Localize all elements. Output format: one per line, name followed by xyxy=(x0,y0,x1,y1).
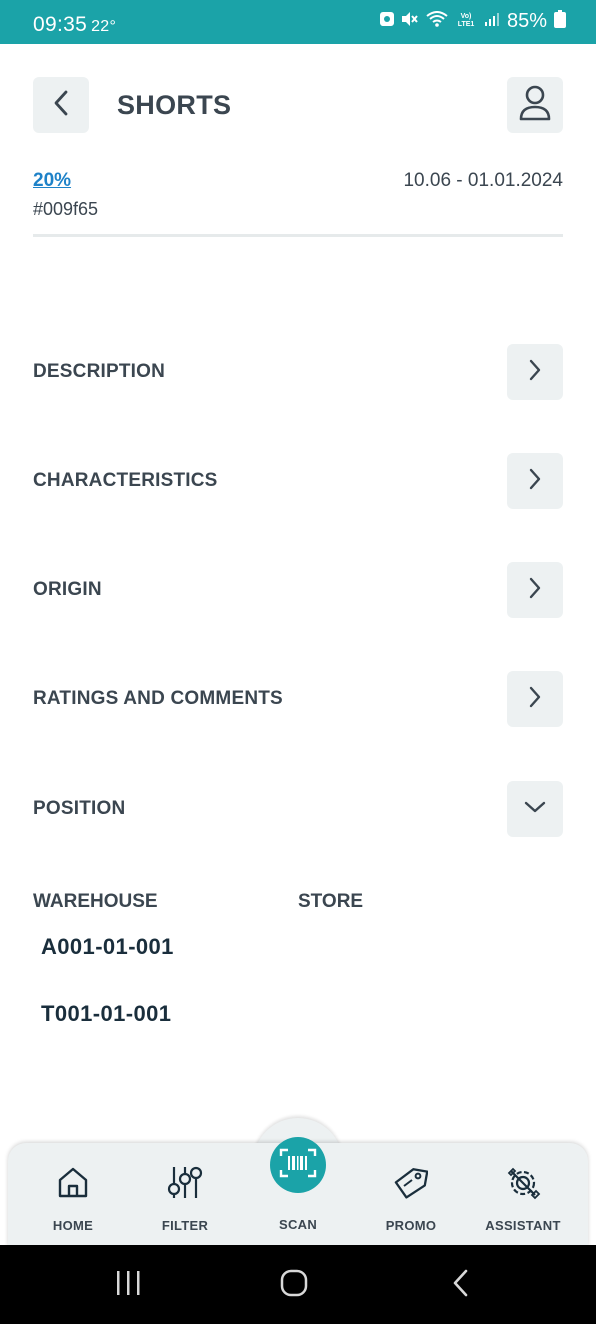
expand-description-button[interactable] xyxy=(507,344,563,400)
location-code: A001-01-001 xyxy=(41,934,174,959)
nav-scan-button[interactable] xyxy=(270,1137,326,1193)
nav-label: ASSISTANT xyxy=(485,1218,561,1233)
chevron-right-icon xyxy=(527,576,543,605)
nav-filter[interactable]: FILTER xyxy=(135,1160,235,1233)
nav-label: HOME xyxy=(52,1218,94,1233)
barcode-scan-icon xyxy=(279,1148,317,1183)
tag-icon xyxy=(361,1160,461,1206)
promo-code: #009f65 xyxy=(33,199,99,219)
store-column-header: STORE xyxy=(298,891,364,912)
expand-characteristics-button[interactable] xyxy=(507,453,563,509)
nav-promo[interactable]: PROMO xyxy=(361,1160,461,1233)
home-icon xyxy=(23,1160,123,1206)
back-button[interactable] xyxy=(33,77,89,133)
status-bar: 09:35 22° Vo) LTE1 85% xyxy=(0,0,596,44)
system-navigation-bar xyxy=(0,1245,596,1324)
battery-percent: 85% xyxy=(506,10,547,32)
app-notification-icon xyxy=(379,11,394,32)
chevron-down-icon xyxy=(523,799,547,820)
warehouse-column-header: WAREHOUSE xyxy=(33,891,158,912)
home-circle-icon xyxy=(279,1268,309,1303)
back-system-button[interactable] xyxy=(441,1269,481,1301)
section-label: POSITION xyxy=(33,798,126,819)
promo-percent-link[interactable]: 20% xyxy=(33,170,71,192)
filter-icon xyxy=(135,1160,235,1206)
user-profile-button[interactable] xyxy=(507,77,563,133)
mute-icon xyxy=(401,11,419,32)
settings-assistant-icon xyxy=(473,1160,573,1206)
section-ratings-comments[interactable]: RATINGS AND COMMENTS xyxy=(33,671,563,727)
header: SHORTS xyxy=(0,44,596,154)
recent-apps-button[interactable] xyxy=(108,1269,148,1301)
status-icons: Vo) LTE1 85% xyxy=(379,10,566,33)
chevron-right-icon xyxy=(527,467,543,496)
nav-label: PROMO xyxy=(385,1218,437,1233)
svg-text:LTE1: LTE1 xyxy=(458,21,475,27)
promo-dates: 10.06 - 01.01.2024 xyxy=(403,170,563,191)
nav-label[interactable]: SCAN xyxy=(248,1217,348,1232)
recent-apps-icon xyxy=(114,1270,142,1301)
section-position[interactable]: POSITION xyxy=(33,781,563,837)
location-code: T001-01-001 xyxy=(41,1001,172,1026)
page-title: SHORTS xyxy=(117,90,232,120)
chevron-left-icon xyxy=(52,89,70,122)
nav-label: FILTER xyxy=(161,1218,209,1233)
section-label: RATINGS AND COMMENTS xyxy=(33,688,283,709)
collapse-position-button[interactable] xyxy=(507,781,563,837)
back-arrow-icon xyxy=(451,1268,471,1303)
expand-ratings-button[interactable] xyxy=(507,671,563,727)
section-origin[interactable]: ORIGIN xyxy=(33,562,563,618)
home-system-button[interactable] xyxy=(274,1269,314,1301)
status-time: 09:35 22° xyxy=(33,13,116,37)
signal-icon xyxy=(484,11,500,32)
status-temperature: 22° xyxy=(91,18,117,35)
chevron-right-icon xyxy=(527,685,543,714)
section-label: DESCRIPTION xyxy=(33,361,166,382)
nav-assistant[interactable]: ASSISTANT xyxy=(473,1160,573,1233)
expand-origin-button[interactable] xyxy=(507,562,563,618)
nav-home[interactable]: HOME xyxy=(23,1160,123,1233)
section-description[interactable]: DESCRIPTION xyxy=(33,344,563,400)
battery-icon xyxy=(554,10,566,33)
section-label: CHARACTERISTICS xyxy=(33,470,218,491)
divider xyxy=(33,234,563,237)
svg-text:Vo): Vo) xyxy=(461,13,472,20)
section-label: ORIGIN xyxy=(33,579,102,600)
volte-lte-icon: Vo) LTE1 xyxy=(455,11,477,32)
status-clock: 09:35 xyxy=(33,13,88,36)
chevron-right-icon xyxy=(527,358,543,387)
wifi-icon xyxy=(426,11,448,32)
section-characteristics[interactable]: CHARACTERISTICS xyxy=(33,453,563,509)
user-icon xyxy=(518,84,552,127)
